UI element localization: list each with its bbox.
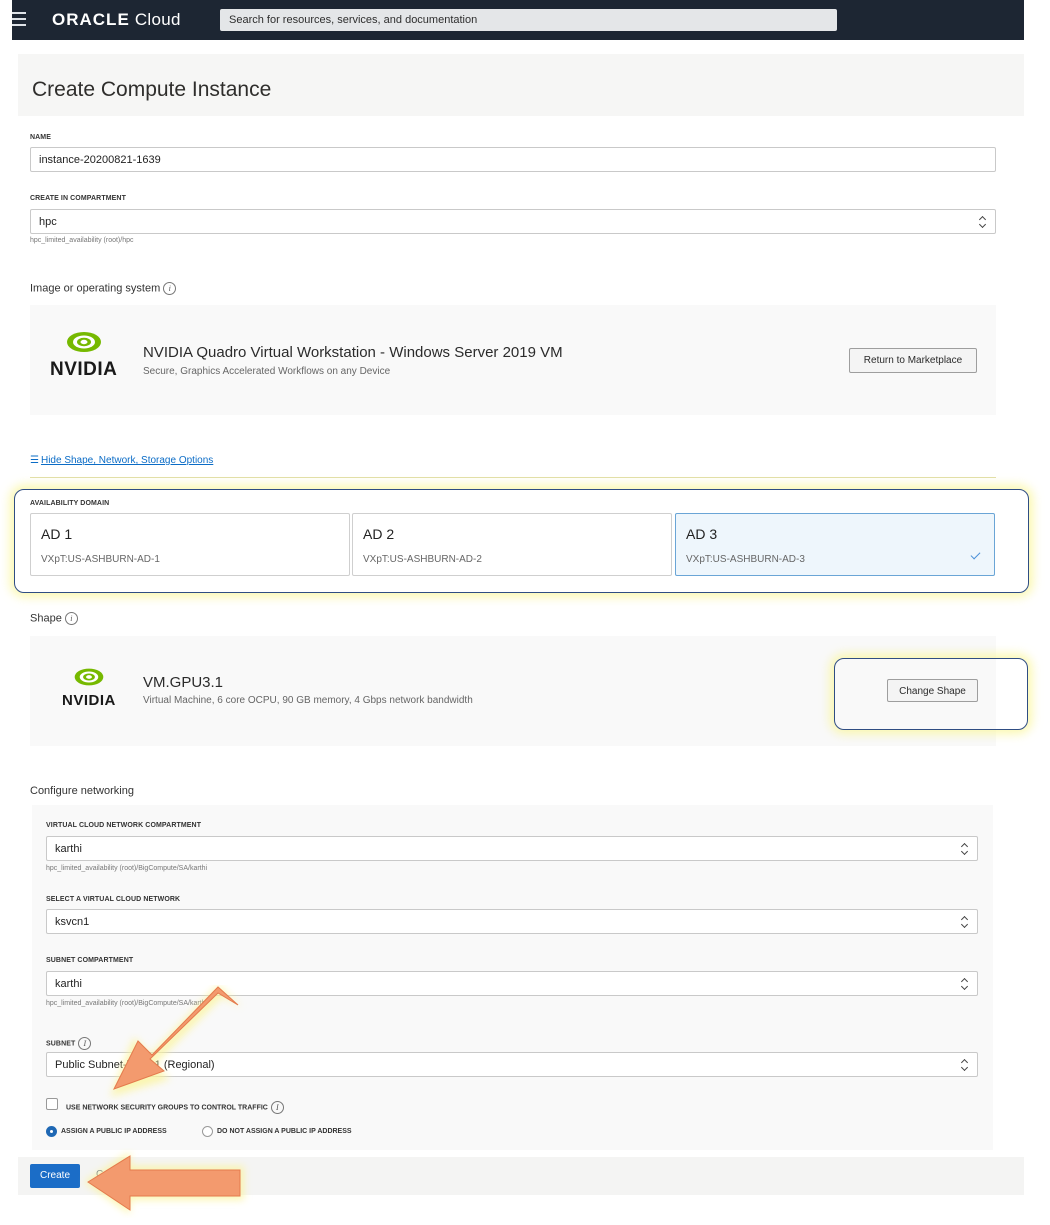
ad-id: VXpT:US-ASHBURN-AD-3 (686, 554, 805, 565)
annotation-arrow-subnet (110, 985, 242, 1097)
nsg-checkbox[interactable] (46, 1098, 58, 1110)
subnet-label: SUBNET i (46, 1037, 92, 1050)
networking-section-label: Configure networking (30, 785, 134, 797)
ad-name: AD 1 (41, 526, 73, 542)
ad-option-3[interactable]: AD 3 VXpT:US-ASHBURN-AD-3 (675, 513, 995, 576)
vcn-compartment-value: karthi (55, 843, 82, 855)
ad-option-1[interactable]: AD 1 VXpT:US-ASHBURN-AD-1 (30, 513, 350, 576)
select-arrows-icon (961, 916, 969, 928)
nvidia-eye-icon (65, 329, 103, 355)
shape-section-label: Shape i (30, 612, 78, 625)
image-subtitle: Secure, Graphics Accelerated Workflows o… (143, 366, 391, 377)
select-arrows-icon (979, 216, 987, 228)
nvidia-logo-text: NVIDIA (50, 359, 118, 380)
select-arrows-icon (961, 978, 969, 990)
vcn-label: SELECT A VIRTUAL CLOUD NETWORK (46, 896, 181, 903)
name-label: NAME (30, 134, 52, 141)
image-card: NVIDIA NVIDIA Quadro Virtual Workstation… (30, 305, 996, 415)
vcn-compartment-select[interactable]: karthi (46, 836, 978, 861)
shape-subtitle: Virtual Machine, 6 core OCPU, 90 GB memo… (143, 695, 473, 706)
vcn-compartment-hint: hpc_limited_availability (root)/BigCompu… (46, 865, 208, 872)
page-title: Create Compute Instance (18, 54, 1024, 116)
image-section-text: Image or operating system (30, 282, 161, 295)
subnet-label-text: SUBNET (46, 1040, 76, 1048)
select-arrows-icon (961, 843, 969, 855)
image-title: NVIDIA Quadro Virtual Workstation - Wind… (143, 344, 563, 361)
change-shape-highlight (834, 658, 1028, 730)
info-icon[interactable]: i (270, 1101, 284, 1114)
ad-name: AD 2 (363, 526, 395, 542)
logo-product: Cloud (134, 10, 181, 29)
search-input[interactable]: Search for resources, services, and docu… (220, 9, 837, 31)
info-icon[interactable]: i (64, 612, 78, 625)
section-divider (30, 477, 996, 478)
ad-id: VXpT:US-ASHBURN-AD-1 (41, 554, 160, 565)
nvidia-logo-text: NVIDIA (62, 692, 116, 709)
shape-title: VM.GPU3.1 (143, 674, 224, 691)
shape-section-text: Shape (30, 612, 62, 625)
compartment-value: hpc (39, 216, 57, 228)
assign-public-ip-label: ASSIGN A PUBLIC IP ADDRESS (61, 1128, 167, 1135)
hamburger-menu-icon[interactable] (12, 12, 26, 26)
checkmark-icon (970, 549, 981, 560)
no-public-ip-label: DO NOT ASSIGN A PUBLIC IP ADDRESS (217, 1128, 352, 1135)
oracle-cloud-logo[interactable]: ORACLE Cloud (52, 10, 181, 30)
nvidia-logo: NVIDIA (50, 329, 117, 381)
ad-id: VXpT:US-ASHBURN-AD-2 (363, 554, 482, 565)
subnet-compartment-label: SUBNET COMPARTMENT (46, 957, 134, 964)
options-icon: ☰ (30, 455, 39, 466)
info-icon[interactable]: i (163, 282, 177, 295)
ad-option-2[interactable]: AD 2 VXpT:US-ASHBURN-AD-2 (352, 513, 672, 576)
nsg-checkbox-text: USE NETWORK SECURITY GROUPS TO CONTROL T… (66, 1104, 268, 1112)
assign-public-ip-radio[interactable] (46, 1126, 57, 1137)
select-arrows-icon (961, 1059, 969, 1071)
nvidia-eye-icon (73, 666, 105, 688)
return-to-marketplace-button[interactable]: Return to Marketplace (849, 348, 977, 373)
nvidia-logo: NVIDIA (62, 666, 116, 709)
subnet-compartment-value: karthi (55, 978, 82, 990)
compartment-hint: hpc_limited_availability (root)/hpc (30, 237, 134, 244)
hide-options-link[interactable]: ☰ Hide Shape, Network, Storage Options (30, 455, 213, 466)
vcn-compartment-label: VIRTUAL CLOUD NETWORK COMPARTMENT (46, 822, 202, 829)
no-public-ip-radio[interactable] (202, 1126, 213, 1137)
availability-domain-label: AVAILABILITY DOMAIN (30, 500, 110, 507)
hide-options-text: Hide Shape, Network, Storage Options (40, 455, 214, 466)
annotation-arrow-create (84, 1152, 244, 1214)
top-navigation-bar: ORACLE Cloud Search for resources, servi… (12, 0, 1024, 40)
image-section-label: Image or operating system i (30, 282, 177, 295)
create-button[interactable]: Create (30, 1164, 80, 1188)
vcn-value: ksvcn1 (55, 916, 90, 928)
compartment-select[interactable]: hpc (30, 209, 996, 234)
ad-name: AD 3 (686, 526, 718, 542)
nsg-checkbox-label: USE NETWORK SECURITY GROUPS TO CONTROL T… (66, 1101, 284, 1114)
vcn-select[interactable]: ksvcn1 (46, 909, 978, 934)
logo-brand: ORACLE (52, 10, 130, 29)
name-field[interactable]: instance-20200821-1639 (30, 147, 996, 172)
compartment-label: CREATE IN COMPARTMENT (30, 195, 126, 202)
